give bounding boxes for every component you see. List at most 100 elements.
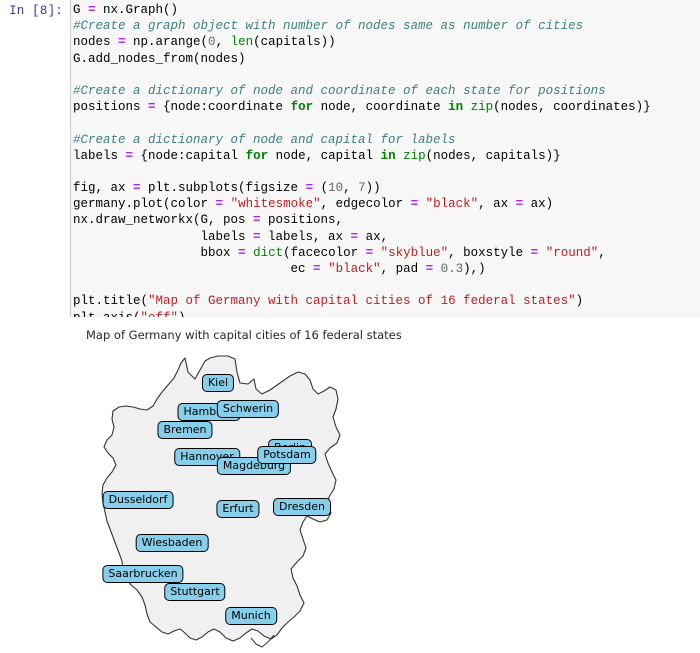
code-token: nodes — [73, 35, 119, 50]
code-token: = — [365, 245, 374, 260]
code-token: fig, ax — [73, 181, 134, 196]
code-token: (facecolor — [283, 245, 366, 260]
figure-output-area: Map of Germany with capital cities of 16… — [0, 317, 700, 653]
code-token: for — [290, 100, 314, 115]
code-token: nx.draw_networkx(G, pos — [73, 213, 254, 228]
code-token: #Create a dictionary of node and coordin… — [73, 83, 606, 98]
code-token: in — [380, 148, 396, 163]
city-label-potsdam: Potsdam — [257, 446, 317, 464]
code-token: in — [448, 100, 464, 115]
code-token: dict — [253, 245, 284, 260]
code-line: positions = {node:coordinate for node, c… — [73, 99, 651, 115]
input-prompt-label: In [8]: — [9, 4, 63, 18]
code-token: positions, — [260, 213, 344, 228]
code-token: for — [245, 148, 269, 163]
code-token: "whitesmoke" — [230, 197, 321, 212]
code-token: "round" — [545, 245, 599, 260]
code-token: "black" — [425, 197, 479, 212]
code-line: G = nx.Graph() — [73, 2, 651, 18]
code-line: labels = labels, ax = ax, — [73, 229, 651, 245]
code-token: bbox — [73, 245, 239, 260]
code-line: nx.draw_networkx(G, pos = positions, — [73, 212, 651, 228]
code-token: = — [305, 181, 314, 196]
code-token: = — [88, 3, 96, 17]
code-token: , boxstyle — [448, 245, 531, 260]
city-label-munich: Munich — [225, 607, 277, 625]
code-editor-area[interactable]: G = nx.Graph() #Create a graph object wit… — [70, 0, 700, 341]
code-token: 0.3 — [440, 262, 464, 276]
city-label-stuttgart: Stuttgart — [164, 583, 226, 601]
code-line: germany.plot(color = "whitesmoke", edgec… — [73, 196, 651, 212]
code-line: #Create a dictionary of node and coordin… — [73, 83, 651, 99]
code-token: , edgecolor — [320, 197, 411, 212]
code-source[interactable]: G = nx.Graph() #Create a graph object wit… — [73, 2, 651, 342]
code-line: labels = {node:capital for node, capital… — [73, 148, 651, 164]
code-line: bbox = dict(facecolor = "skyblue", boxst… — [73, 245, 651, 261]
code-token: (nodes, coordinates)} — [493, 100, 651, 115]
code-token: , — [343, 181, 359, 196]
code-token: ) — [575, 294, 584, 309]
code-token: node, coordinate — [313, 100, 449, 115]
code-token: {node:capital — [133, 148, 246, 163]
code-token: (nodes, capitals)} — [425, 148, 561, 163]
code-token: positions — [73, 100, 149, 115]
code-token: = — [425, 262, 434, 276]
code-token: = — [253, 229, 261, 244]
code-line: #Create a dictionary of node and capital… — [73, 132, 651, 148]
city-label-saarbrucken: Saarbrucken — [102, 565, 184, 583]
germany-map-svg — [101, 355, 341, 648]
code-token: {node:coordinate — [155, 100, 291, 115]
code-token: = — [253, 213, 261, 228]
code-token: "Map of Germany with capital cities of 1… — [148, 294, 576, 309]
code-line: G.add_nodes_from(nodes) — [73, 51, 651, 67]
prompt-gutter: In [8]: — [0, 0, 70, 317]
code-token: )) — [365, 181, 381, 196]
code-token: (capitals)) — [253, 35, 336, 50]
code-token: "skyblue" — [380, 245, 449, 260]
code-token: 10 — [328, 181, 344, 196]
city-label-schwerin: Schwerin — [216, 400, 280, 418]
code-token: = — [238, 245, 246, 260]
code-token: plt.title( — [73, 294, 149, 309]
code-token: ),) — [463, 262, 486, 276]
code-token: "black" — [328, 262, 381, 276]
code-line: plt.title("Map of Germany with capital c… — [73, 293, 651, 309]
city-label-dusseldorf: Dusseldorf — [102, 491, 174, 509]
code-line: nodes = np.arange(0, len(capitals)) — [73, 34, 651, 50]
code-token: , — [215, 35, 231, 50]
city-label-bremen: Bremen — [157, 421, 213, 439]
code-line: ec = "black", pad = 0.3),) — [73, 261, 651, 277]
code-token: np.arange( — [125, 35, 209, 50]
city-label-kiel: Kiel — [201, 374, 235, 392]
code-token: ax, — [358, 229, 389, 244]
code-token: #Create a graph object with number of no… — [73, 19, 584, 34]
code-token: ( — [313, 181, 329, 196]
code-token: labels — [73, 148, 126, 163]
notebook-input-cell[interactable]: In [8]: G = nx.Graph() #Create a graph ob… — [0, 0, 700, 341]
code-token: = — [125, 148, 134, 163]
code-token: , pad — [380, 262, 426, 276]
code-token: , — [598, 245, 606, 260]
code-token: = — [215, 197, 224, 212]
code-token: zip — [470, 100, 494, 115]
code-token: = — [133, 181, 141, 196]
code-line: fig, ax = plt.subplots(figsize = (10, 7)… — [73, 180, 651, 196]
code-token: ax) — [523, 197, 554, 212]
code-token: 7 — [358, 181, 366, 196]
code-token: plt.subplots(figsize — [140, 181, 306, 196]
city-label-erfurt: Erfurt — [216, 500, 260, 518]
city-label-wiesbaden: Wiesbaden — [135, 534, 209, 552]
code-token: ec — [73, 262, 314, 276]
code-token: = — [410, 197, 419, 212]
code-token: = — [148, 100, 156, 115]
city-label-dresden: Dresden — [273, 498, 331, 516]
